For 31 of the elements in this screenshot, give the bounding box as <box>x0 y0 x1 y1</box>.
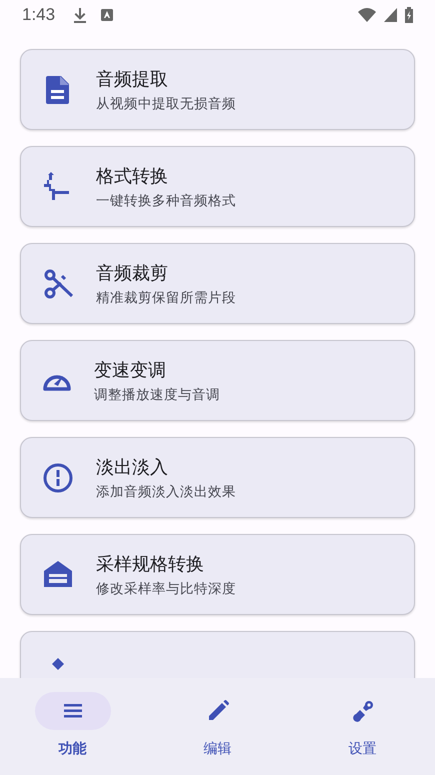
scissors-icon <box>42 268 74 300</box>
feature-subtitle: 添加音频淡入淡出效果 <box>96 482 236 500</box>
battery-icon <box>405 7 413 23</box>
feature-subtitle: 从视频中提取无损音频 <box>96 94 236 112</box>
feature-card[interactable]: 变速变调 调整播放速度与音调 <box>20 340 415 421</box>
keyboard-icon <box>101 9 114 21</box>
status-time: 1:43 <box>22 5 56 25</box>
nav-tab[interactable]: 编辑 <box>145 678 290 775</box>
download-icon <box>73 7 88 23</box>
feature-card[interactable]: 淡出淡入 添加音频淡入淡出效果 <box>20 437 415 518</box>
feature-subtitle: 修改采样率与比特深度 <box>96 580 236 598</box>
wifi-icon <box>358 8 376 22</box>
feature-card[interactable]: 格式转换 一键转换多种音频格式 <box>20 146 415 227</box>
feature-title: 采样规格转换 <box>96 552 205 576</box>
signal-icon <box>384 8 397 22</box>
diamond-icon <box>52 658 64 670</box>
feature-card[interactable]: 音频提取 从视频中提取无损音频 <box>20 49 415 130</box>
feature-title: 格式转换 <box>96 164 169 188</box>
feature-subtitle: 调整播放速度与音调 <box>94 386 220 404</box>
feature-title: 淡出淡入 <box>96 456 169 478</box>
feature-title: 变速变调 <box>94 358 167 382</box>
nav-tab[interactable]: 功能 <box>0 678 145 775</box>
exclamation-circle-icon <box>42 462 74 494</box>
nav-tab[interactable]: 设置 <box>290 678 435 775</box>
feature-title: 音频提取 <box>96 68 169 90</box>
feature-subtitle: 精准裁剪保留所需片段 <box>96 288 236 306</box>
wrench-icon <box>350 699 374 723</box>
feature-subtitle: 一键转换多种音频格式 <box>96 192 236 210</box>
feature-card[interactable]: 音频裁剪 精准裁剪保留所需片段 <box>20 243 415 324</box>
feature-card[interactable]: 采样规格转换 修改采样率与比特深度 <box>20 534 415 615</box>
feature-title: 音频裁剪 <box>96 262 169 284</box>
